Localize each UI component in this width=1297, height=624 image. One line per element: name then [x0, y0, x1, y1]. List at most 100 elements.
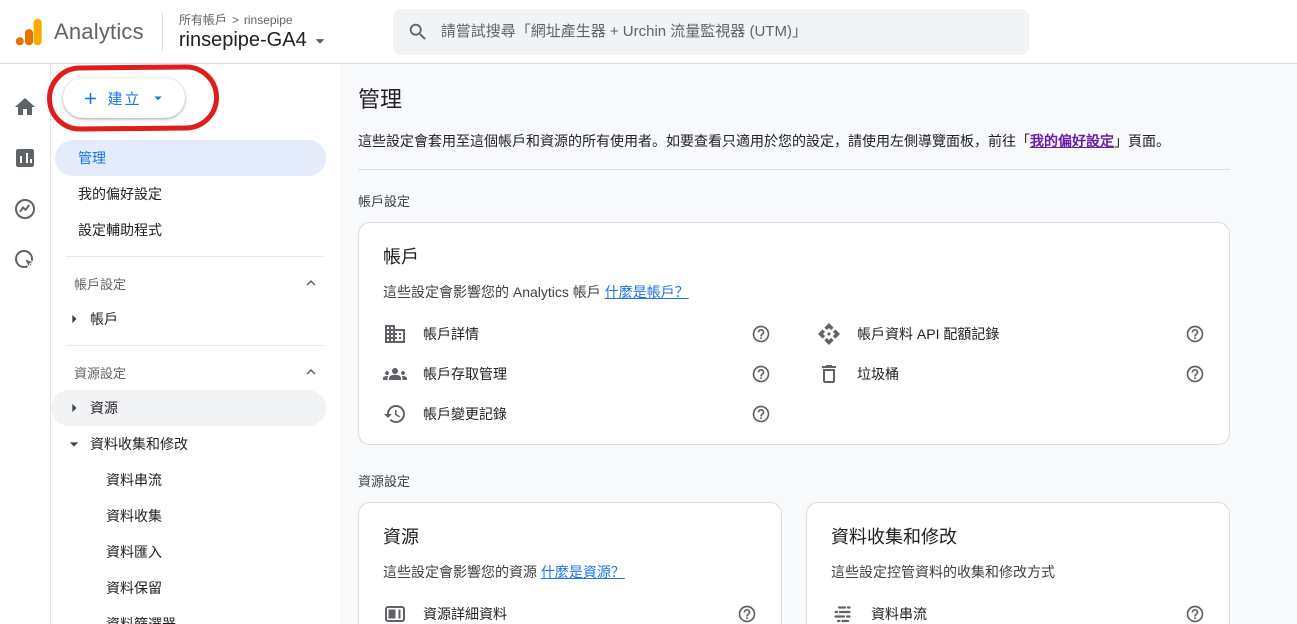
help-icon[interactable] [1185, 364, 1205, 384]
sidebar-section-account-settings[interactable]: 帳戶設定 [51, 265, 340, 301]
sidebar-item-label: 設定輔助程式 [78, 220, 162, 240]
search-bar[interactable] [393, 9, 1029, 55]
reports-nav-button[interactable] [12, 145, 38, 171]
sidebar-item-data-streams[interactable]: 資料串流 [51, 462, 340, 498]
sidebar-item-label: 帳戶 [90, 309, 118, 329]
account-access-management-item[interactable]: 帳戶存取管理 [383, 354, 771, 394]
analytics-logo[interactable]: Analytics [0, 17, 144, 47]
sidebar-item-data-collection[interactable]: 資料收集 [51, 498, 340, 534]
property-card: 資源 這些設定會影響您的資源 什麼是資源？ [358, 502, 782, 624]
chevron-down-icon [309, 30, 331, 52]
home-icon [13, 95, 37, 119]
plus-icon [81, 89, 100, 108]
property-settings-section-label: 資源設定 [358, 471, 1230, 490]
data-streams-item[interactable]: 資料串流 [831, 594, 1205, 624]
content-divider [358, 169, 1230, 170]
section-label: 資源設定 [74, 363, 126, 382]
groups-icon [383, 362, 407, 386]
home-nav-button[interactable] [12, 94, 38, 120]
sidebar-item-admin[interactable]: 管理 [55, 140, 326, 176]
sidebar-item-label: 管理 [78, 148, 106, 168]
body-row: 建立 管理 我的偏好設定 設定輔助程式 帳戶設定 [0, 64, 1297, 624]
stream-icon [831, 602, 855, 624]
property-selector[interactable]: rinsepipe-GA4 [179, 29, 331, 52]
help-icon[interactable] [737, 604, 757, 624]
section-label: 帳戶設定 [74, 274, 126, 293]
history-icon [383, 402, 407, 426]
item-label: 垃圾桶 [857, 364, 1169, 384]
create-button[interactable]: 建立 [63, 78, 185, 118]
admin-sidebar: 建立 管理 我的偏好設定 設定輔助程式 帳戶設定 [51, 64, 340, 624]
property-card-subtitle: 這些設定會影響您的資源 什麼是資源？ [383, 562, 757, 582]
sidebar-item-setup-assistant[interactable]: 設定輔助程式 [55, 212, 326, 248]
page-title: 管理 [358, 82, 1230, 114]
sidebar-item-my-preferences[interactable]: 我的偏好設定 [55, 176, 326, 212]
item-label: 資源詳細資料 [423, 604, 721, 624]
my-preferences-link[interactable]: 我的偏好設定 [1030, 133, 1114, 149]
sidebar-item-label: 我的偏好設定 [78, 184, 162, 204]
breadcrumb-root[interactable]: 所有帳戶 [179, 11, 227, 28]
help-icon[interactable] [751, 404, 771, 424]
arrow-right-icon [64, 398, 84, 418]
chevron-up-icon [302, 274, 320, 292]
help-icon[interactable] [751, 364, 771, 384]
data-card-items: 資料串流 資料收集 [831, 594, 1205, 624]
item-label: 帳戶存取管理 [423, 364, 735, 384]
property-card-items: 資源詳細資料 資源存取權管理 [383, 594, 757, 624]
sidebar-item-label: 資料收集和修改 [90, 434, 188, 454]
domain-icon [383, 322, 407, 346]
product-name: Analytics [54, 19, 144, 45]
help-icon[interactable] [1185, 324, 1205, 344]
reports-icon [13, 146, 37, 170]
app-header: Analytics 所有帳戶 > rinsepipe rinsepipe-GA4 [0, 0, 1297, 64]
chevron-up-icon [302, 363, 320, 381]
sidebar-item-data-retention[interactable]: 資料保留 [51, 570, 340, 606]
item-label: 資料串流 [871, 604, 1169, 624]
account-card-column-2: 帳戶資料 API 配額記錄 垃圾桶 [817, 314, 1205, 434]
breadcrumb-separator: > [232, 13, 239, 27]
sidebar-item-label: 資源 [90, 398, 118, 418]
account-details-item[interactable]: 帳戶詳情 [383, 314, 771, 354]
arrow-right-icon [64, 309, 84, 329]
help-icon[interactable] [751, 324, 771, 344]
subtitle-text: 這些設定會影響您的資源 [383, 564, 537, 580]
sidebar-section-property-settings[interactable]: 資源設定 [51, 354, 340, 390]
admin-content: 管理 這些設定會套用至這個帳戶和資源的所有使用者。如要查看只適用於您的設定，請使… [340, 64, 1297, 624]
advertising-icon [13, 248, 37, 272]
subtitle-text: 這些設定控管資料的收集和修改方式 [831, 564, 1055, 580]
trash-can-item[interactable]: 垃圾桶 [817, 354, 1205, 394]
arrow-down-icon [64, 434, 84, 454]
account-settings-section-label: 帳戶設定 [358, 191, 1230, 210]
subtitle-text: 這些設定會影響您的 Analytics 帳戶 [383, 284, 601, 300]
sidebar-nav-list: 管理 我的偏好設定 設定輔助程式 帳戶設定 [51, 140, 340, 624]
what-is-account-link[interactable]: 什麼是帳戶？ [605, 284, 689, 300]
api-icon [817, 322, 841, 346]
search-input[interactable] [441, 23, 1015, 40]
item-label: 帳戶資料 API 配額記錄 [857, 324, 1169, 344]
account-card-grid: 帳戶詳情 帳戶存取管理 [383, 314, 1205, 434]
data-card-title: 資料收集和修改 [831, 523, 1205, 549]
explore-nav-button[interactable] [12, 196, 38, 222]
property-details-item[interactable]: 資源詳細資料 [383, 594, 757, 624]
what-is-property-link[interactable]: 什麼是資源？ [541, 564, 625, 580]
sidebar-item-label: 資料匯入 [106, 542, 162, 562]
breadcrumb-account[interactable]: rinsepipe [244, 13, 293, 27]
description-text: 」頁面。 [1114, 133, 1170, 149]
item-label: 帳戶詳情 [423, 324, 735, 344]
account-data-api-quota-item[interactable]: 帳戶資料 API 配額記錄 [817, 314, 1205, 354]
sidebar-item-account[interactable]: 帳戶 [51, 301, 326, 337]
explore-icon [13, 197, 37, 221]
data-card-subtitle: 這些設定控管資料的收集和修改方式 [831, 562, 1205, 582]
sidebar-item-property[interactable]: 資源 [51, 390, 326, 426]
account-card-column-1: 帳戶詳情 帳戶存取管理 [383, 314, 817, 434]
sidebar-item-label: 資料串流 [106, 470, 162, 490]
account-change-history-item[interactable]: 帳戶變更記錄 [383, 394, 771, 434]
sidebar-item-data-import[interactable]: 資料匯入 [51, 534, 340, 570]
help-icon[interactable] [1185, 604, 1205, 624]
account-breadcrumb-block: 所有帳戶 > rinsepipe rinsepipe-GA4 [179, 11, 331, 52]
description-text: 這些設定會套用至這個帳戶和資源的所有使用者。如要查看只適用於您的設定，請使用左側… [358, 133, 1030, 149]
sidebar-item-data-filters[interactable]: 資料篩選器 [51, 606, 340, 624]
sidebar-item-data-collection-modification[interactable]: 資料收集和修改 [51, 426, 326, 462]
create-button-label: 建立 [107, 88, 141, 109]
advertising-nav-button[interactable] [12, 247, 38, 273]
